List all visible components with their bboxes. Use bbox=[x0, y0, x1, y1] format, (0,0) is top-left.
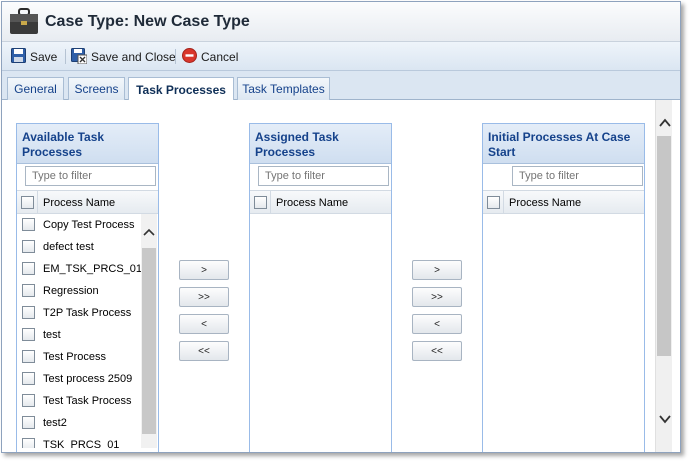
column-header: Process Name bbox=[17, 190, 158, 214]
toolbar-separator bbox=[65, 49, 66, 64]
panel-title: Initial Processes At Case Start bbox=[483, 124, 644, 164]
window-title: Case Type: New Case Type bbox=[45, 13, 250, 30]
row-checkbox[interactable] bbox=[22, 306, 35, 319]
scroll-up-icon[interactable] bbox=[659, 116, 671, 130]
filter-input[interactable] bbox=[258, 166, 389, 186]
column-divider bbox=[37, 191, 38, 214]
column-divider bbox=[503, 191, 504, 214]
row-checkbox[interactable] bbox=[22, 328, 35, 341]
case-type-window: Case Type: New Case Type Save Save and C… bbox=[1, 1, 681, 453]
tab-screens[interactable]: Screens bbox=[68, 77, 125, 100]
list-item[interactable]: test bbox=[17, 324, 141, 346]
select-all-checkbox[interactable] bbox=[487, 196, 500, 209]
process-name: test2 bbox=[43, 417, 67, 429]
save-and-close-button[interactable]: Save and Close bbox=[71, 47, 176, 67]
toolbar-separator bbox=[175, 49, 176, 64]
tab-general[interactable]: General bbox=[7, 77, 64, 100]
row-checkbox[interactable] bbox=[22, 284, 35, 297]
assigned-processes-panel: Assigned Task Processes Process Name bbox=[249, 123, 392, 452]
column-header-label: Process Name bbox=[509, 197, 582, 209]
save-label: Save bbox=[30, 50, 58, 64]
move-right-button[interactable]: > bbox=[412, 260, 462, 280]
scroll-up-icon[interactable] bbox=[143, 228, 155, 239]
panel-title-line: Available Task bbox=[22, 130, 105, 144]
row-checkbox[interactable] bbox=[22, 372, 35, 385]
save-button[interactable]: Save bbox=[11, 48, 57, 66]
cancel-icon bbox=[182, 48, 197, 66]
list-item[interactable]: Regression bbox=[17, 280, 141, 302]
filter-input[interactable] bbox=[512, 166, 643, 186]
toolbar: Save Save and Close Cancel bbox=[2, 42, 680, 71]
process-name: Test Task Process bbox=[43, 395, 132, 407]
process-list: Copy Test Process defect test EM_TSK_PRC… bbox=[17, 214, 141, 448]
column-divider bbox=[270, 191, 271, 214]
process-name: T2P Task Process bbox=[43, 307, 132, 319]
row-checkbox[interactable] bbox=[22, 218, 35, 231]
scrollbar-thumb[interactable] bbox=[142, 248, 156, 434]
title-bar: Case Type: New Case Type bbox=[2, 2, 680, 42]
scroll-down-icon[interactable] bbox=[659, 413, 671, 427]
list-item[interactable]: T2P Task Process bbox=[17, 302, 141, 324]
available-processes-panel: Available Task Processes Process Name Co… bbox=[16, 123, 159, 452]
save-close-icon bbox=[71, 47, 88, 67]
save-icon bbox=[11, 48, 26, 66]
task-processes-content: Available Task Processes Process Name Co… bbox=[2, 100, 680, 452]
tab-task-templates[interactable]: Task Templates bbox=[237, 77, 330, 100]
initial-processes-panel: Initial Processes At Case Start Process … bbox=[482, 123, 645, 452]
panel-title-line: Start bbox=[488, 145, 516, 159]
row-checkbox[interactable] bbox=[22, 350, 35, 363]
tab-task-processes[interactable]: Task Processes bbox=[128, 77, 234, 101]
list-item[interactable]: Test Process bbox=[17, 346, 141, 368]
list-item[interactable]: Test Task Process bbox=[17, 390, 141, 412]
column-header-label: Process Name bbox=[43, 197, 116, 209]
process-name: Test process 2509 bbox=[43, 373, 133, 385]
filter-input[interactable] bbox=[25, 166, 156, 186]
row-checkbox[interactable] bbox=[22, 416, 35, 429]
row-checkbox[interactable] bbox=[22, 394, 35, 407]
row-checkbox[interactable] bbox=[22, 240, 35, 253]
column-header: Process Name bbox=[250, 190, 391, 214]
list-item[interactable]: Copy Test Process bbox=[17, 214, 141, 236]
move-right-button[interactable]: > bbox=[179, 260, 229, 280]
row-checkbox[interactable] bbox=[22, 262, 35, 275]
select-all-checkbox[interactable] bbox=[254, 196, 267, 209]
list-item[interactable]: defect test bbox=[17, 236, 141, 258]
process-name: Test Process bbox=[43, 351, 106, 363]
tab-bar: General Screens Task Processes Task Temp… bbox=[2, 71, 680, 101]
move-all-right-button[interactable]: >> bbox=[179, 287, 229, 307]
process-name: EM_TSK_PRCS_01 bbox=[43, 263, 141, 275]
panel-title-line: Initial Processes At Case bbox=[488, 130, 631, 144]
panel-title: Assigned Task Processes bbox=[250, 124, 391, 164]
scrollbar-thumb[interactable] bbox=[657, 136, 671, 356]
list-item[interactable]: TSK_PRCS_01 bbox=[17, 434, 141, 448]
list-item[interactable]: Test process 2509 bbox=[17, 368, 141, 390]
process-name: Regression bbox=[43, 285, 99, 297]
row-checkbox[interactable] bbox=[22, 438, 35, 448]
process-name: Copy Test Process bbox=[43, 219, 135, 231]
panel-title-line: Processes bbox=[255, 145, 316, 159]
process-name: test bbox=[43, 329, 61, 341]
list-scrollbar[interactable] bbox=[141, 214, 157, 448]
move-left-button[interactable]: < bbox=[412, 314, 462, 334]
process-name: defect test bbox=[43, 241, 94, 253]
list-item[interactable]: test2 bbox=[17, 412, 141, 434]
move-all-left-button[interactable]: << bbox=[179, 341, 229, 361]
panel-title-line: Assigned Task bbox=[255, 130, 339, 144]
column-header-label: Process Name bbox=[276, 197, 349, 209]
cancel-label: Cancel bbox=[201, 50, 239, 64]
cancel-button[interactable]: Cancel bbox=[182, 48, 238, 66]
content-scrollbar[interactable] bbox=[655, 100, 672, 452]
move-left-button[interactable]: < bbox=[179, 314, 229, 334]
list-item[interactable]: EM_TSK_PRCS_01 bbox=[17, 258, 141, 280]
select-all-checkbox[interactable] bbox=[21, 196, 34, 209]
briefcase-icon bbox=[8, 7, 40, 37]
move-all-left-button[interactable]: << bbox=[412, 341, 462, 361]
panel-title-line: Processes bbox=[22, 145, 83, 159]
save-and-close-label: Save and Close bbox=[91, 50, 176, 64]
move-all-right-button[interactable]: >> bbox=[412, 287, 462, 307]
column-header: Process Name bbox=[483, 190, 644, 214]
process-name: TSK_PRCS_01 bbox=[43, 439, 120, 448]
panel-title: Available Task Processes bbox=[17, 124, 158, 164]
